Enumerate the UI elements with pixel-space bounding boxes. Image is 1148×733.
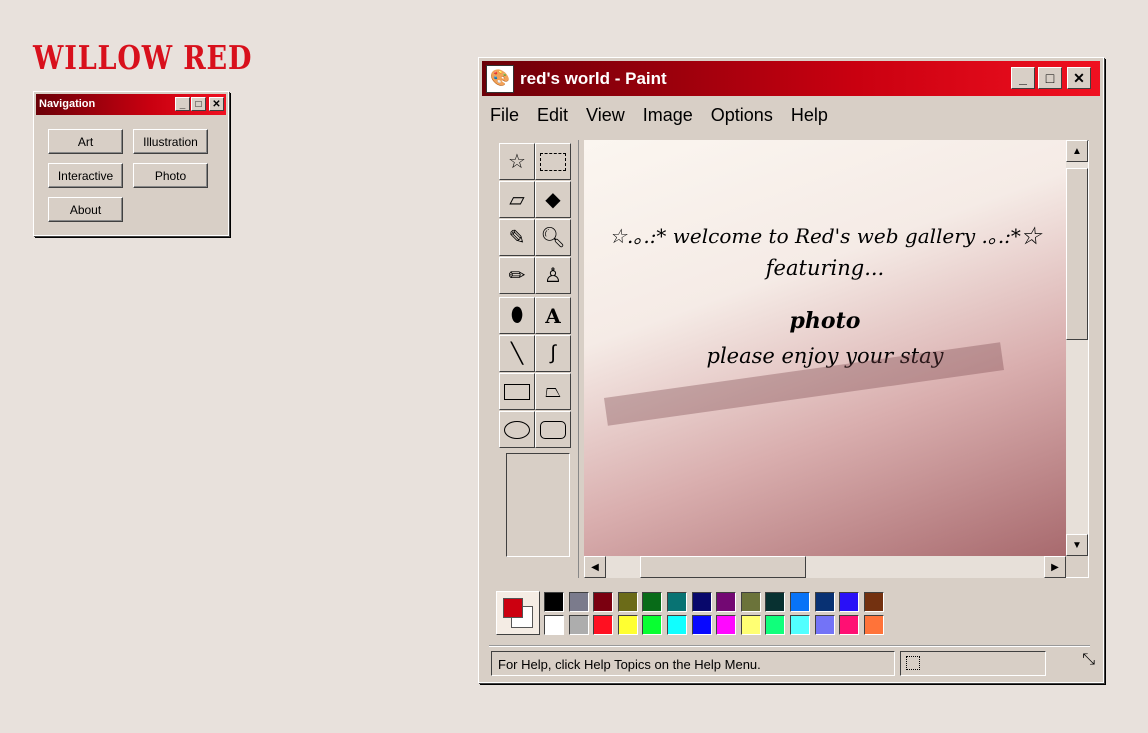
- paint-title: red's world - Paint: [520, 69, 667, 88]
- resize-grip-icon[interactable]: ⤡: [1050, 651, 1095, 676]
- paint-app-icon: 🎨: [486, 65, 514, 93]
- palette-swatch[interactable]: [740, 592, 761, 612]
- color-box: [496, 591, 540, 635]
- rect-select-tool[interactable]: [535, 143, 571, 180]
- polygon-tool[interactable]: ⏢: [535, 373, 571, 410]
- status-text: For Help, click Help Topics on the Help …: [498, 657, 761, 672]
- site-logo: WILLOW RED: [33, 38, 253, 77]
- palette-swatch[interactable]: [691, 615, 712, 635]
- paint-titlebar: 🎨 red's world - Paint _ □ ✕: [482, 61, 1100, 96]
- navigation-window: Navigation _ □ ✕ Art Illustration Intera…: [33, 91, 229, 236]
- palette-swatch[interactable]: [691, 592, 712, 612]
- nav-art-button[interactable]: Art: [48, 129, 123, 154]
- airbrush-tool[interactable]: ⬮: [499, 297, 535, 334]
- navigation-titlebar: Navigation _ □ ✕: [36, 94, 226, 115]
- close-button[interactable]: ✕: [1067, 67, 1091, 89]
- menu-file[interactable]: File: [490, 105, 519, 125]
- menu-bar: File Edit View Image Options Help: [490, 105, 846, 126]
- canvas-welcome-text: ☆.｡.:* welcome to Red's web gallery .｡.:…: [609, 224, 1041, 248]
- brush-tool[interactable]: ♙: [535, 257, 571, 294]
- vertical-scroll-thumb[interactable]: [1066, 168, 1088, 340]
- ellipse-tool[interactable]: [499, 411, 535, 448]
- palette-swatch[interactable]: [642, 615, 663, 635]
- toolbox: ☆ ▱ ◆ ✎ 🔍︎ ✏︎ ♙ ⬮ A ╲ ∫ ⏢: [492, 140, 579, 578]
- palette-swatch[interactable]: [839, 615, 860, 635]
- canvas-featuring-text: featuring...: [765, 256, 885, 280]
- selection-size-panel: [900, 651, 1046, 676]
- horizontal-scrollbar[interactable]: ◀ ▶: [584, 556, 1066, 578]
- curve-tool[interactable]: ∫: [535, 335, 571, 372]
- palette-swatch[interactable]: [790, 615, 810, 635]
- navigation-title: Navigation: [39, 98, 96, 110]
- menu-help[interactable]: Help: [791, 105, 828, 125]
- tool-options-box: [506, 453, 570, 557]
- palette-swatch[interactable]: [839, 592, 860, 612]
- palette-swatch[interactable]: [544, 615, 564, 635]
- magnifier-tool[interactable]: 🔍︎: [535, 219, 571, 256]
- palette-swatch[interactable]: [593, 592, 614, 612]
- pencil-tool[interactable]: ✏︎: [499, 257, 535, 294]
- rectangle-tool[interactable]: [499, 373, 535, 410]
- menu-image[interactable]: Image: [643, 105, 693, 125]
- vertical-scrollbar[interactable]: ▲ ▼: [1066, 140, 1088, 556]
- palette-swatch[interactable]: [667, 592, 687, 612]
- eraser-tool[interactable]: ▱: [499, 181, 535, 218]
- line-tool[interactable]: ╲: [499, 335, 535, 372]
- rounded-rectangle-tool[interactable]: [535, 411, 571, 448]
- selection-icon: [906, 656, 920, 670]
- palette-swatch[interactable]: [790, 592, 810, 612]
- status-bar: For Help, click Help Topics on the Help …: [491, 651, 895, 676]
- nav-about-button[interactable]: About: [48, 197, 123, 222]
- menu-options[interactable]: Options: [711, 105, 773, 125]
- fill-tool[interactable]: ◆: [535, 181, 571, 218]
- palette-swatch[interactable]: [568, 615, 589, 635]
- close-button[interactable]: ✕: [209, 97, 224, 111]
- scroll-left-button[interactable]: ◀: [584, 556, 606, 578]
- palette-swatch[interactable]: [765, 615, 786, 635]
- text-tool[interactable]: A: [535, 297, 571, 334]
- palette-swatch[interactable]: [814, 615, 835, 635]
- horizontal-scroll-thumb[interactable]: [640, 556, 806, 578]
- palette-swatch[interactable]: [863, 615, 884, 635]
- palette-swatch[interactable]: [863, 592, 884, 612]
- minimize-button[interactable]: _: [1011, 67, 1035, 89]
- foreground-color[interactable]: [503, 598, 523, 618]
- scroll-up-button[interactable]: ▲: [1066, 140, 1088, 162]
- palette-swatch[interactable]: [544, 592, 564, 612]
- palette-swatch[interactable]: [716, 615, 737, 635]
- palette-swatch[interactable]: [814, 592, 835, 612]
- color-picker-tool[interactable]: ✎: [499, 219, 535, 256]
- nav-interactive-button[interactable]: Interactive: [48, 163, 123, 188]
- maximize-button[interactable]: □: [191, 97, 206, 111]
- nav-illustration-button[interactable]: Illustration: [133, 129, 208, 154]
- palette-swatch[interactable]: [617, 615, 638, 635]
- maximize-button[interactable]: □: [1038, 67, 1062, 89]
- palette-swatch[interactable]: [642, 592, 663, 612]
- minimize-button[interactable]: _: [175, 97, 190, 111]
- palette-swatch[interactable]: [740, 615, 761, 635]
- palette-swatch[interactable]: [568, 592, 589, 612]
- free-select-tool[interactable]: ☆: [499, 143, 535, 180]
- drawing-canvas[interactable]: ☆.｡.:* welcome to Red's web gallery .｡.:…: [584, 140, 1066, 556]
- scroll-right-button[interactable]: ▶: [1044, 556, 1066, 578]
- palette-swatch[interactable]: [593, 615, 614, 635]
- palette-swatch[interactable]: [716, 592, 737, 612]
- palette-swatch[interactable]: [617, 592, 638, 612]
- palette-swatch[interactable]: [765, 592, 786, 612]
- palette-swatch[interactable]: [667, 615, 687, 635]
- menu-view[interactable]: View: [586, 105, 625, 125]
- menu-edit[interactable]: Edit: [537, 105, 568, 125]
- nav-photo-button[interactable]: Photo: [133, 163, 208, 188]
- scroll-down-button[interactable]: ▼: [1066, 534, 1088, 556]
- canvas-photo-text: photo: [789, 308, 861, 334]
